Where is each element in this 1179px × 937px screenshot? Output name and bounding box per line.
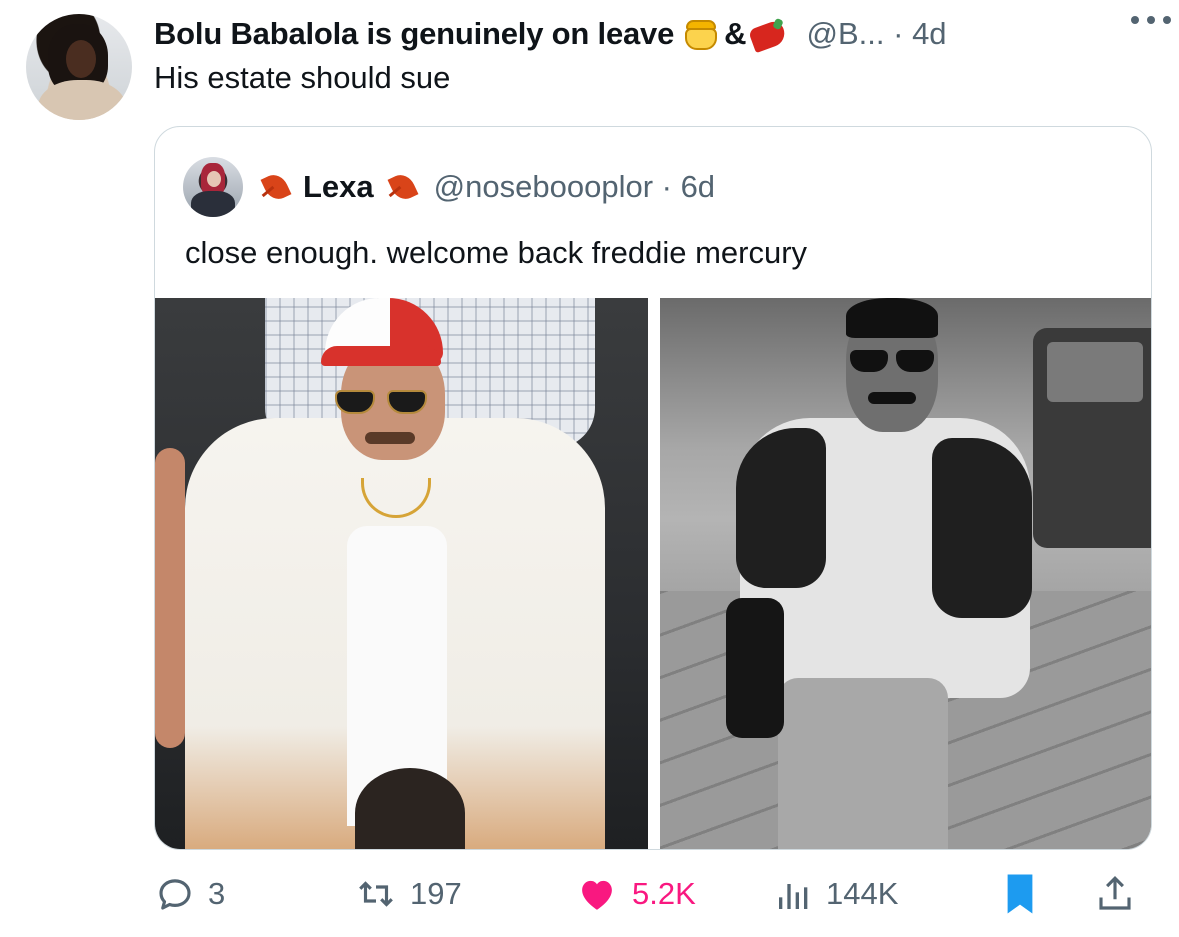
share-icon — [1099, 876, 1131, 910]
quoted-tweet-card[interactable]: Lexa @noseboooplor · 6d close enough. we… — [154, 126, 1152, 850]
quoted-tweet-media — [155, 298, 1151, 849]
reply-count: 3 — [208, 876, 226, 911]
retweet-count: 197 — [410, 876, 462, 911]
retweet-icon — [359, 881, 393, 907]
like-count: 5.2K — [632, 876, 696, 911]
heart-icon — [582, 880, 612, 910]
author-display-name[interactable]: Bolu Babalola is genuinely on leave — [154, 16, 674, 52]
photo-right[interactable] — [660, 298, 1151, 849]
bookmark-icon — [1007, 874, 1033, 914]
bookmark-button[interactable] — [1002, 864, 1038, 924]
reply-icon — [159, 879, 191, 910]
avatar-face — [66, 40, 96, 78]
honey-pot-icon — [682, 16, 720, 52]
chili-pepper-icon — [747, 16, 789, 54]
author-handle-timestamp[interactable]: @B... · 4d — [807, 16, 947, 52]
like-button[interactable]: 5.2K — [574, 864, 696, 924]
maple-leaf-icon — [386, 170, 420, 204]
share-button[interactable] — [1094, 864, 1136, 924]
quoted-author-name[interactable]: Lexa — [303, 169, 374, 205]
views-chart-icon — [779, 884, 808, 909]
author-name-ampersand: & — [724, 16, 747, 51]
avatar-body — [38, 80, 126, 120]
views-button[interactable]: 144K — [774, 864, 898, 924]
more-options-icon[interactable] — [1131, 16, 1171, 26]
tweet-text: His estate should sue — [154, 60, 451, 95]
maple-leaf-icon — [259, 170, 293, 204]
quoted-author-handle-timestamp[interactable]: @noseboooplor · 6d — [434, 169, 715, 205]
quoted-tweet-header: Lexa @noseboooplor · 6d — [183, 157, 715, 217]
photo-left[interactable] — [155, 298, 648, 849]
retweet-button[interactable]: 197 — [354, 864, 462, 924]
tweet-header: Bolu Babalola is genuinely on leave & @B… — [154, 12, 1159, 56]
views-count: 144K — [826, 876, 899, 911]
reply-button[interactable]: 3 — [154, 864, 225, 924]
quoted-author-avatar[interactable] — [183, 157, 243, 217]
tweet-action-bar: 3 197 5.2K 144K — [154, 864, 1152, 924]
author-avatar[interactable] — [26, 14, 132, 120]
quoted-tweet-text: close enough. welcome back freddie mercu… — [185, 235, 808, 270]
